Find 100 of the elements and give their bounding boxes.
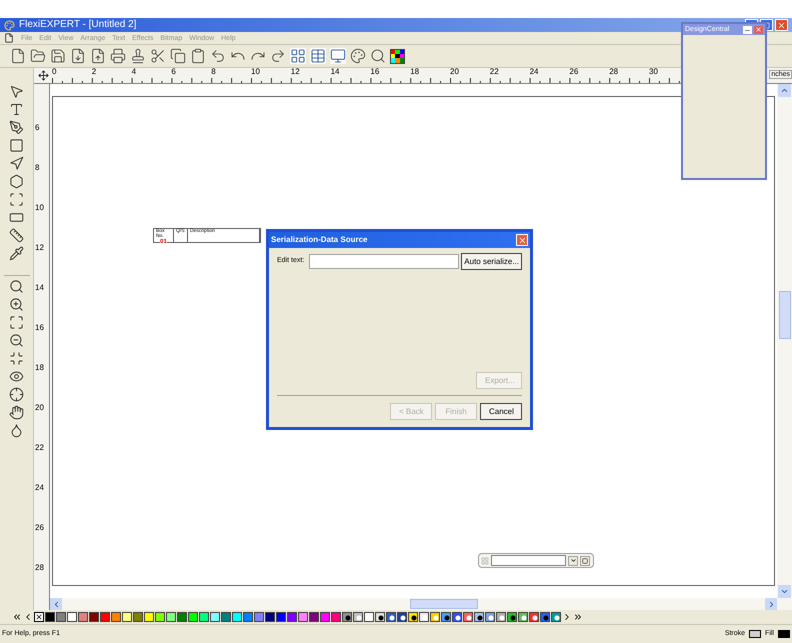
pipette-icon[interactable] (9, 246, 24, 261)
zoom-icon[interactable] (9, 279, 24, 294)
color-swatch[interactable] (67, 612, 77, 622)
color-swatch[interactable] (166, 612, 176, 622)
pattern-swatch[interactable] (452, 612, 462, 622)
pattern-swatch[interactable] (551, 612, 561, 622)
search-icon[interactable] (370, 48, 386, 64)
pattern-swatch[interactable] (353, 612, 363, 622)
save-icon[interactable] (50, 48, 66, 64)
color-swatch[interactable] (155, 612, 165, 622)
color-swatch[interactable] (89, 612, 99, 622)
value-field[interactable] (491, 555, 566, 566)
table-icon[interactable] (310, 48, 326, 64)
color-swatch[interactable] (177, 612, 187, 622)
pattern-swatch[interactable] (441, 612, 451, 622)
stamp-icon[interactable] (130, 48, 146, 64)
color-swatch[interactable] (232, 612, 242, 622)
pattern-swatch[interactable] (485, 612, 495, 622)
square-button[interactable] (580, 556, 590, 566)
scissors-icon[interactable] (150, 48, 166, 64)
pattern-swatch[interactable] (529, 612, 539, 622)
new-file-icon[interactable] (10, 48, 26, 64)
pattern-swatch[interactable] (540, 612, 550, 622)
no-color-swatch[interactable] (34, 612, 44, 622)
dimension-icon[interactable] (9, 228, 24, 243)
freeform-icon[interactable] (9, 192, 24, 207)
first-page-icon[interactable] (12, 612, 22, 622)
zoom-in-icon[interactable] (9, 297, 24, 312)
color-swatch[interactable] (287, 612, 297, 622)
scroll-right-button[interactable] (765, 598, 777, 610)
color-swatch[interactable] (221, 612, 231, 622)
clipboard-icon[interactable] (190, 48, 206, 64)
color-swatch[interactable] (298, 612, 308, 622)
printer-icon[interactable] (110, 48, 126, 64)
palette-icon[interactable] (350, 48, 366, 64)
color-swatch[interactable] (276, 612, 286, 622)
zoom-out-icon[interactable] (9, 333, 24, 348)
color-swatch[interactable] (199, 612, 209, 622)
cancel-button[interactable]: Cancel (480, 403, 522, 420)
pattern-swatch[interactable] (474, 612, 484, 622)
pattern-swatch[interactable] (496, 612, 506, 622)
close-button[interactable] (775, 19, 788, 31)
horizontal-scrollbar[interactable] (50, 598, 792, 610)
vertical-scrollbar[interactable] (777, 84, 792, 598)
ruler-origin-icon[interactable] (38, 70, 49, 81)
close-button[interactable] (516, 234, 528, 246)
zoom-page-icon[interactable] (9, 315, 24, 330)
zoom-view-icon[interactable] (9, 369, 24, 384)
zoom-target-icon[interactable] (9, 387, 24, 402)
import-icon[interactable] (90, 48, 106, 64)
grid-icon[interactable] (290, 48, 306, 64)
undo-icon[interactable] (210, 48, 226, 64)
pattern-swatch[interactable] (364, 612, 374, 622)
pattern-swatch[interactable] (408, 612, 418, 622)
color-swatch[interactable] (100, 612, 110, 622)
pattern-swatch[interactable] (419, 612, 429, 622)
color-swatch[interactable] (45, 612, 55, 622)
dropdown-button[interactable] (568, 556, 578, 566)
color-swatch[interactable] (56, 612, 66, 622)
color-grid-icon[interactable] (390, 48, 405, 64)
rectangle-icon[interactable] (9, 138, 24, 153)
minimize-button[interactable] (743, 26, 752, 34)
redo-step-icon[interactable] (270, 48, 286, 64)
color-swatch[interactable] (188, 612, 198, 622)
color-swatch[interactable] (210, 612, 220, 622)
shape-icon[interactable] (9, 174, 24, 189)
pattern-swatch[interactable] (397, 612, 407, 622)
scroll-up-button[interactable] (778, 84, 791, 97)
color-swatch[interactable] (243, 612, 253, 622)
scroll-thumb[interactable] (778, 291, 790, 339)
scroll-down-button[interactable] (778, 585, 791, 598)
scroll-left-button[interactable] (50, 598, 62, 610)
last-page-icon[interactable] (573, 612, 583, 622)
color-swatch[interactable] (144, 612, 154, 622)
color-swatch[interactable] (309, 612, 319, 622)
hand-icon[interactable] (9, 405, 24, 420)
pointer-icon[interactable] (9, 84, 24, 99)
zoom-fit-icon[interactable] (9, 351, 24, 366)
pen-icon[interactable] (9, 120, 24, 135)
color-swatch[interactable] (133, 612, 143, 622)
scroll-thumb[interactable] (410, 599, 478, 609)
color-swatch[interactable] (78, 612, 88, 622)
copy-icon[interactable] (170, 48, 186, 64)
color-swatch[interactable] (265, 612, 275, 622)
color-swatch[interactable] (320, 612, 330, 622)
color-swatch[interactable] (254, 612, 264, 622)
pattern-swatch[interactable] (386, 612, 396, 622)
pattern-swatch[interactable] (375, 612, 385, 622)
close-button[interactable] (754, 26, 763, 34)
fill-tool-icon[interactable] (9, 423, 24, 438)
pattern-swatch[interactable] (430, 612, 440, 622)
arrow-icon[interactable] (9, 156, 24, 171)
color-swatch[interactable] (331, 612, 341, 622)
edit-text-field[interactable] (309, 254, 460, 269)
pattern-swatch[interactable] (342, 612, 352, 622)
open-folder-icon[interactable] (30, 48, 46, 64)
export-icon[interactable] (70, 48, 86, 64)
monitor-icon[interactable] (330, 48, 346, 64)
color-swatch[interactable] (111, 612, 121, 622)
pattern-swatch[interactable] (463, 612, 473, 622)
